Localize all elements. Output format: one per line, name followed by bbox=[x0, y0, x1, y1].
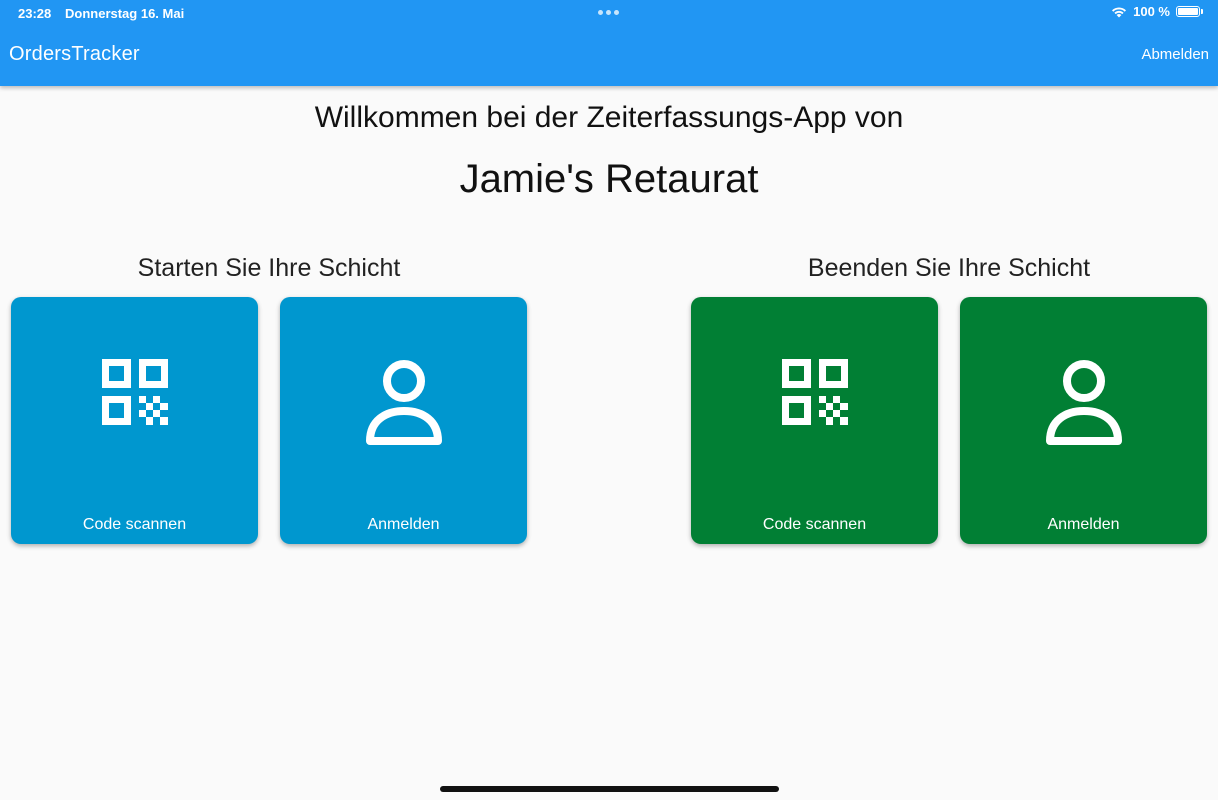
screen: 23:28 Donnerstag 16. Mai 100 % OrdersTra… bbox=[0, 0, 1218, 800]
battery-percent: 100 % bbox=[1133, 4, 1170, 19]
status-date: Donnerstag 16. Mai bbox=[65, 6, 185, 21]
app-title: OrdersTracker bbox=[9, 43, 140, 65]
end-scan-code-label: Code scannen bbox=[762, 516, 867, 533]
battery-icon bbox=[1176, 6, 1203, 17]
multitasking-dots-icon[interactable] bbox=[598, 10, 619, 15]
end-scan-code-button[interactable]: Code scannen bbox=[691, 297, 938, 544]
person-icon bbox=[365, 360, 442, 445]
wifi-icon bbox=[1112, 6, 1127, 17]
start-scan-code-button[interactable]: Code scannen bbox=[11, 297, 258, 544]
end-shift-title: Beenden Sie Ihre Schicht bbox=[807, 254, 1091, 282]
start-shift-title: Starten Sie Ihre Schicht bbox=[137, 254, 401, 282]
end-login-button[interactable]: Anmelden bbox=[960, 297, 1207, 544]
qr-code-icon bbox=[101, 359, 168, 425]
qr-code-icon bbox=[781, 359, 848, 425]
start-login-label: Anmelden bbox=[367, 516, 440, 533]
battery-fill bbox=[1178, 8, 1198, 15]
app-bar: 23:28 Donnerstag 16. Mai 100 % OrdersTra… bbox=[0, 0, 1218, 86]
welcome-heading: Willkommen bei der Zeiterfassungs-App vo… bbox=[314, 101, 904, 134]
person-icon bbox=[1045, 360, 1122, 445]
restaurant-name: Jamie's Retaurat bbox=[459, 157, 759, 201]
status-right: 100 % bbox=[1111, 4, 1203, 19]
status-time: 23:28 bbox=[18, 6, 52, 21]
logout-button[interactable]: Abmelden bbox=[1141, 46, 1209, 63]
start-scan-code-label: Code scannen bbox=[82, 516, 187, 533]
home-indicator[interactable] bbox=[440, 786, 779, 792]
end-login-label: Anmelden bbox=[1047, 516, 1120, 533]
start-login-button[interactable]: Anmelden bbox=[280, 297, 527, 544]
